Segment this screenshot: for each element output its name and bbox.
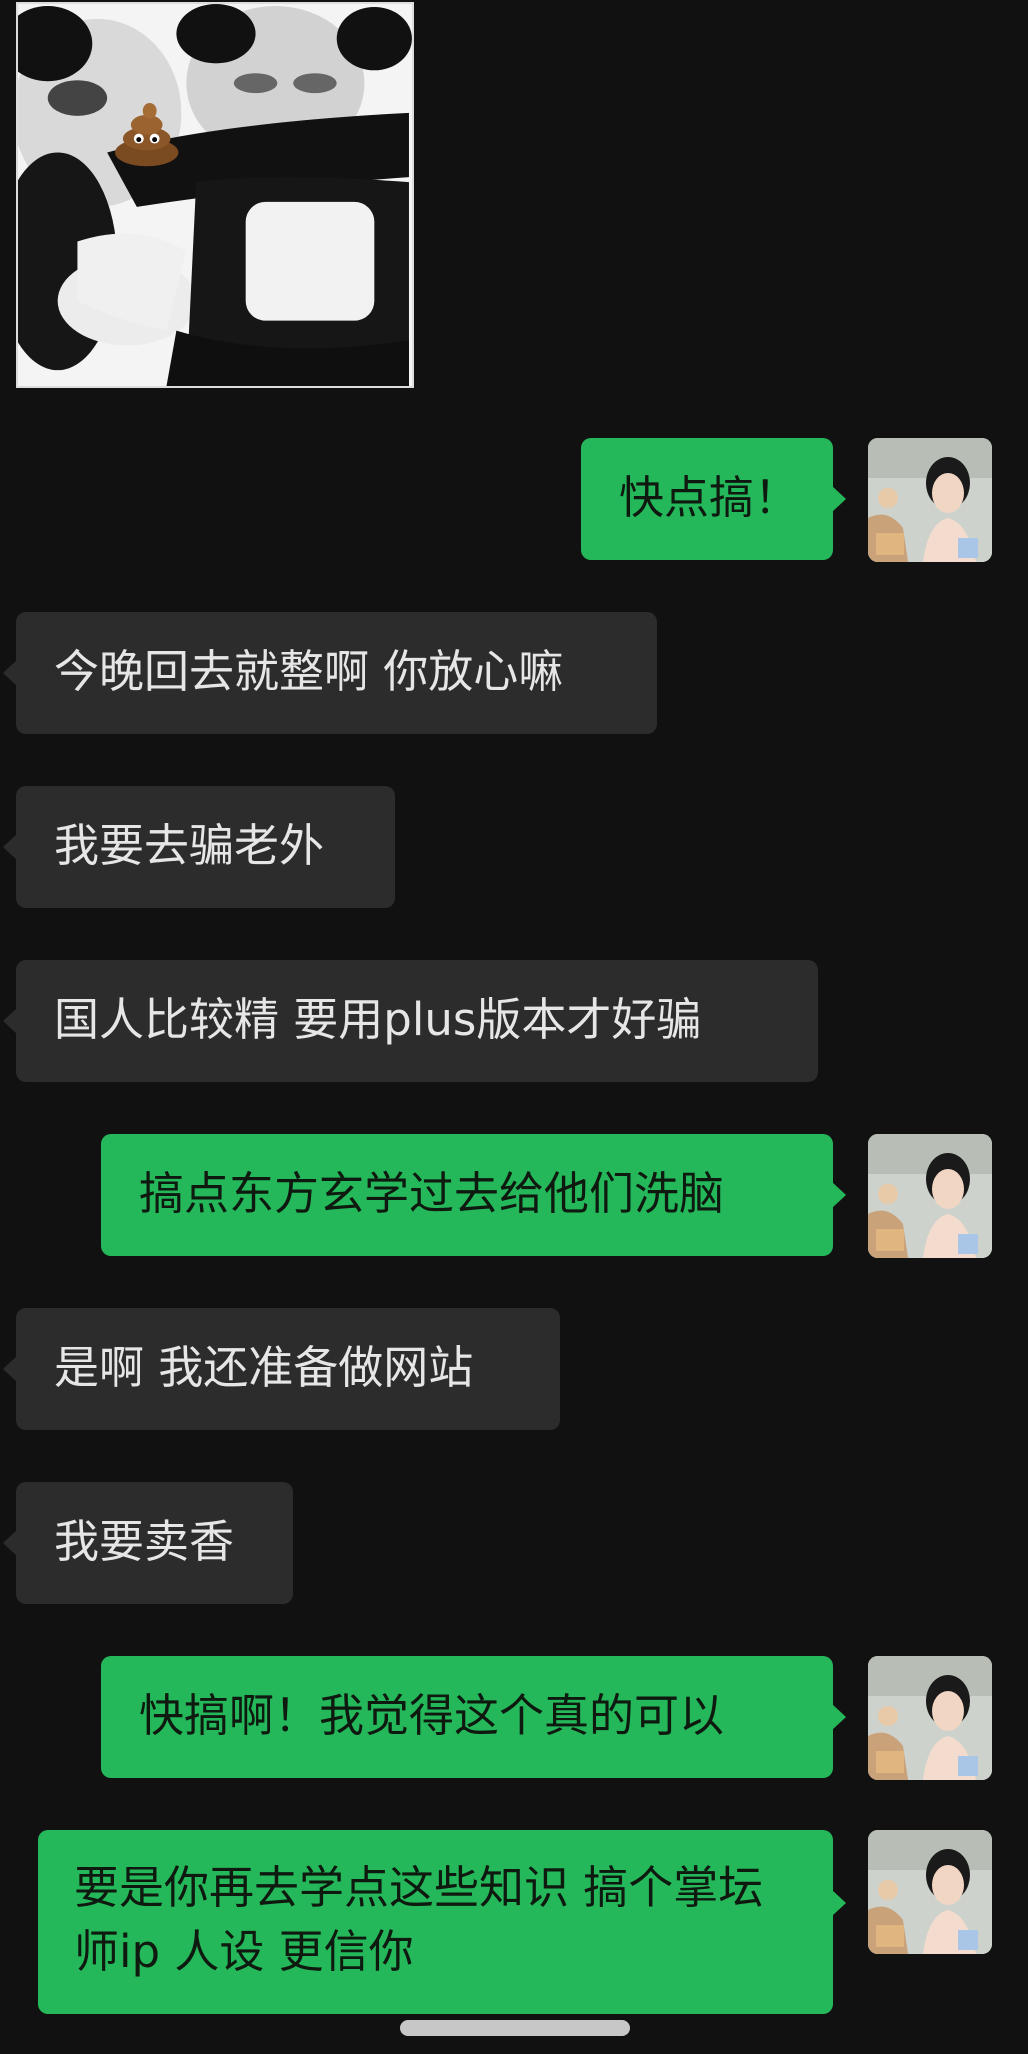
panda-meme-sticker[interactable] — [16, 2, 414, 388]
chat-area: 快点搞！ 今晚回去就整啊 你放心嘛 我要去骗老外 国人比较精 要用plus版本才… — [0, 0, 1028, 2054]
message-bubble-outgoing[interactable]: 要是你再去学点这些知识 搞个掌坛师ip 人设 更信你 — [38, 1830, 846, 2014]
message-text: 我要去骗老外 — [54, 819, 325, 872]
message-text: 快点搞！ — [619, 471, 800, 524]
message-bubble-incoming[interactable]: 今晚回去就整啊 你放心嘛 — [3, 612, 657, 734]
message-text: 是啊 我还准备做网站 — [54, 1341, 474, 1394]
message-bubble-outgoing[interactable]: 快点搞！ — [581, 438, 846, 560]
message-bubble-outgoing[interactable]: 快搞啊！我觉得这个真的可以 — [101, 1656, 846, 1778]
message-bubble-incoming[interactable]: 国人比较精 要用plus版本才好骗 — [3, 960, 818, 1082]
user-avatar[interactable] — [868, 438, 992, 562]
user-avatar[interactable] — [868, 1656, 992, 1780]
message-text: 今晚回去就整啊 你放心嘛 — [54, 645, 564, 698]
message-text: 国人比较精 要用plus版本才好骗 — [54, 993, 702, 1046]
message-bubble-incoming[interactable]: 我要卖香 — [3, 1482, 293, 1604]
user-avatar[interactable] — [868, 1830, 992, 1954]
message-text: 要是你再去学点这些知识 搞个掌坛师ip 人设 更信你 — [74, 1861, 764, 1978]
message-text: 搞点东方玄学过去给他们洗脑 — [139, 1167, 725, 1220]
avatar-photo-icon — [868, 1830, 992, 1954]
avatar-photo-icon — [868, 1134, 992, 1258]
user-avatar[interactable] — [868, 1134, 992, 1258]
message-bubble-incoming[interactable]: 是啊 我还准备做网站 — [3, 1308, 560, 1430]
message-bubble-incoming[interactable]: 我要去骗老外 — [3, 786, 395, 908]
avatar-photo-icon — [868, 438, 992, 562]
avatar-photo-icon — [868, 1656, 992, 1780]
watermark-decoration — [400, 2020, 630, 2036]
message-text: 快搞啊！我觉得这个真的可以 — [139, 1689, 725, 1742]
panda-sticker-image — [18, 4, 412, 386]
message-text: 我要卖香 — [54, 1515, 235, 1568]
message-bubble-outgoing[interactable]: 搞点东方玄学过去给他们洗脑 — [101, 1134, 846, 1256]
